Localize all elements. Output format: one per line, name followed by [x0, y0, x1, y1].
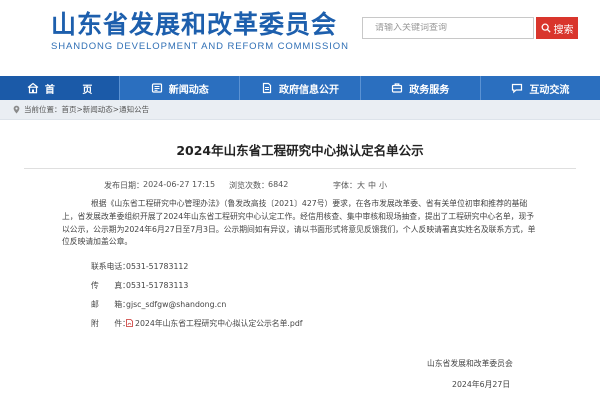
nav-item-label: 首 页	[44, 84, 105, 96]
nav-item-label: 政务服务	[409, 84, 450, 96]
pdf-icon	[126, 319, 133, 327]
service-icon	[392, 83, 403, 93]
site-logo-subtitle: SHANDONG DEVELOPMENT AND REFORM COMMISSI…	[51, 41, 349, 52]
site-logo-title[interactable]: 山东省发展和改革委员会	[51, 10, 337, 40]
main-nav: 首 页 新闻动态 政府信息公开 政务服务 互动交流	[0, 76, 600, 100]
news-icon	[151, 83, 162, 93]
font-size-label: 字体：	[333, 181, 357, 190]
breadcrumb-prefix: 当前位置：	[24, 105, 62, 114]
article-meta: 发布日期： 2024-06-27 17:15 浏览次数： 6842 字体： 大 …	[0, 180, 600, 192]
nav-item-label: 互动交流	[529, 84, 570, 96]
breadcrumb: 当前位置： 首页 > 新闻动态 > 通知公告	[0, 100, 600, 120]
contact-attachment: 附 件： 2024年山东省工程研究中心拟认定公示名单.pdf	[91, 318, 303, 329]
chat-icon	[512, 83, 523, 94]
contact-value: gjsc_sdfgw@shandong.cn	[126, 300, 227, 309]
article-title: 2024年山东省工程研究中心拟认定名单公示	[176, 143, 424, 158]
site-header: 山东省发展和改革委员会 SHANDONG DEVELOPMENT AND REF…	[0, 0, 600, 76]
contact-fax: 传 真：0531-51783113	[91, 280, 188, 291]
nav-item-service[interactable]: 政务服务	[361, 76, 481, 100]
nav-item-home[interactable]: 首 页	[0, 76, 121, 100]
home-icon	[27, 82, 39, 94]
views-count: 6842	[268, 180, 289, 189]
font-size-small[interactable]: 小	[379, 180, 387, 191]
font-size-medium[interactable]: 中	[368, 180, 376, 191]
search-button-label: 搜索	[553, 24, 574, 36]
search-input[interactable]	[375, 23, 533, 33]
contact-value: 0531-51783112	[126, 262, 189, 271]
info-public-icon	[262, 82, 272, 94]
contact-phone: 联系电话：0531-51783112	[91, 261, 188, 272]
breadcrumb-item-news[interactable]: 新闻动态	[83, 104, 113, 115]
contact-value: 0531-51783113	[126, 281, 189, 290]
attachment-link[interactable]: 2024年山东省工程研究中心拟认定公示名单.pdf	[135, 319, 303, 328]
breadcrumb-item-home[interactable]: 首页	[62, 104, 77, 115]
signature-date: 2024年6月27日	[452, 380, 511, 389]
contact-label: 邮 箱：	[91, 300, 130, 309]
search-button[interactable]: 搜索	[536, 17, 578, 39]
search-box	[362, 17, 534, 39]
contact-email: 邮 箱：gjsc_sdfgw@shandong.cn	[91, 299, 226, 310]
publish-date: 2024-06-27 17:15	[143, 180, 216, 189]
location-icon	[13, 105, 20, 114]
signature-org: 山东省发展和改革委员会	[427, 359, 513, 368]
views-label: 浏览次数：	[229, 181, 269, 190]
search-icon	[541, 23, 551, 33]
font-size-large[interactable]: 大	[357, 180, 365, 191]
contact-label: 联系电话：	[91, 262, 130, 271]
nav-item-interact[interactable]: 互动交流	[481, 76, 600, 100]
contact-label: 附 件：	[91, 319, 130, 328]
nav-item-label: 新闻动态	[168, 84, 209, 96]
breadcrumb-item-notice[interactable]: 通知公告	[119, 104, 149, 115]
nav-item-info-public[interactable]: 政府信息公开	[240, 76, 361, 100]
contact-label: 传 真：	[91, 281, 130, 290]
article-body: 根据《山东省工程研究中心管理办法》（鲁发改高技〔2021〕427号）要求，在各市…	[62, 199, 536, 247]
nav-item-news[interactable]: 新闻动态	[120, 76, 241, 100]
publish-date-label: 发布日期：	[104, 181, 144, 190]
title-divider	[24, 168, 576, 169]
nav-item-label: 政府信息公开	[279, 84, 339, 96]
